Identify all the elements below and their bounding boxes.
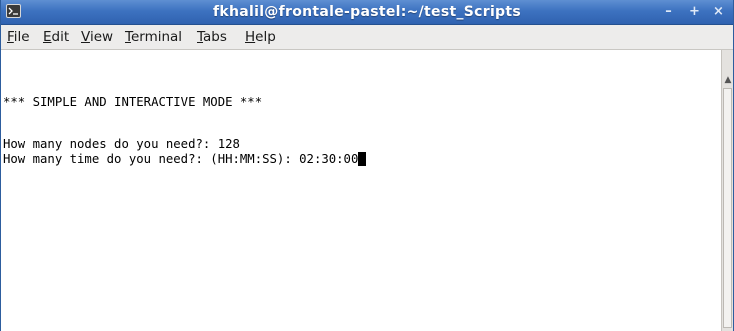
text-cursor — [358, 152, 367, 166]
terminal-output[interactable]: *** SIMPLE AND INTERACTIVE MODE *** How … — [1, 50, 721, 331]
menu-edit[interactable]: Edit — [43, 28, 69, 46]
menu-tabs[interactable]: Tabs — [197, 28, 227, 46]
scrollbar-thumb[interactable] — [723, 88, 732, 328]
scroll-up-arrow-icon[interactable]: ▲ — [723, 74, 733, 86]
minimize-button[interactable]: – — [659, 3, 678, 20]
terminal-line: *** SIMPLE AND INTERACTIVE MODE *** — [3, 95, 263, 109]
close-button[interactable]: × — [709, 3, 728, 20]
terminal-window: fkhalil@frontale-pastel:~/test_Scripts –… — [0, 0, 734, 331]
title-bar[interactable]: fkhalil@frontale-pastel:~/test_Scripts –… — [1, 0, 733, 25]
terminal-line-with-cursor: How many time do you need?: (HH:MM:SS): … — [3, 152, 367, 167]
maximize-button[interactable]: + — [685, 3, 704, 20]
window-title: fkhalil@frontale-pastel:~/test_Scripts — [212, 4, 521, 20]
terminal-line: How many time do you need?: (HH:MM:SS): … — [3, 152, 359, 166]
menu-view[interactable]: View — [81, 28, 113, 46]
menu-file[interactable]: File — [7, 28, 30, 46]
vertical-scrollbar[interactable]: ▲ — [721, 50, 733, 331]
menu-bar: File Edit View Terminal Tabs Help — [1, 25, 733, 50]
terminal-line: How many nodes do you need?: 128 — [3, 137, 240, 151]
menu-terminal[interactable]: Terminal — [125, 28, 182, 46]
menu-help[interactable]: Help — [245, 28, 276, 46]
